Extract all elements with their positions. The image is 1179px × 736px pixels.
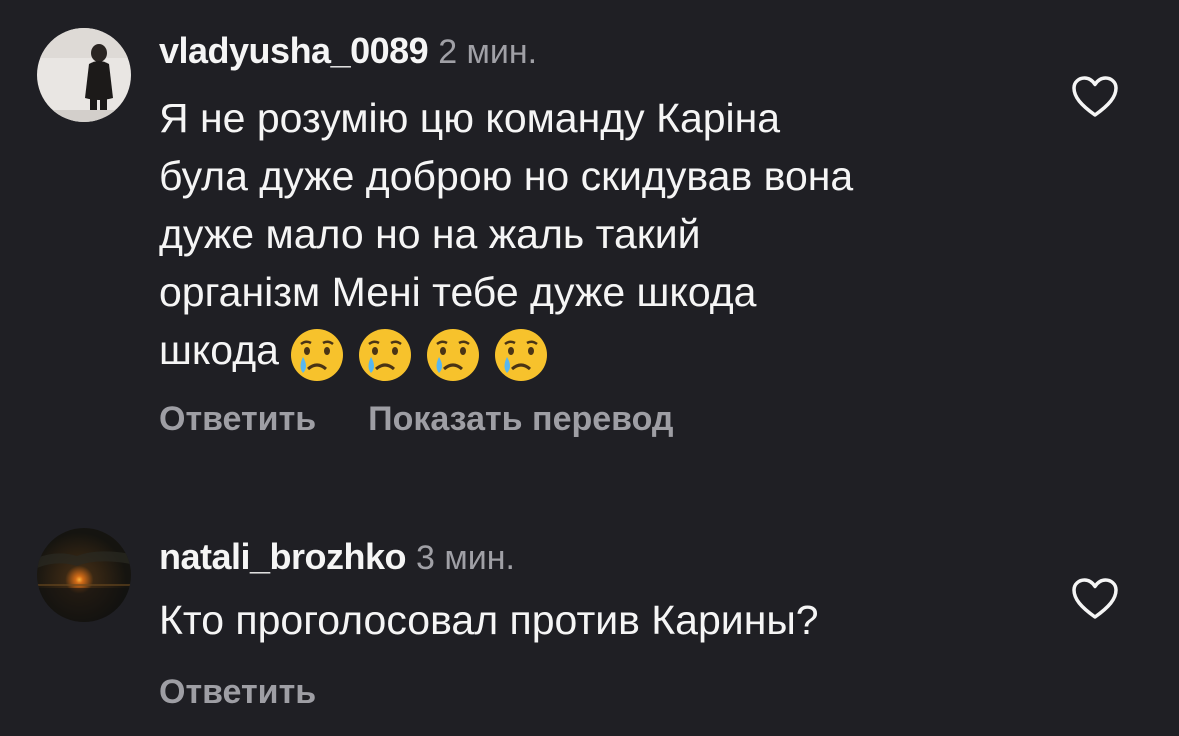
avatar[interactable] [37, 28, 131, 122]
comment-line: Кто проголосовал против Карины? [159, 597, 819, 643]
avatar[interactable] [37, 528, 131, 622]
timestamp: 2 мин. [438, 33, 538, 71]
crying-face-icon [358, 329, 411, 382]
comment-text: Кто проголосовал против Карины? [159, 591, 819, 649]
reply-button[interactable]: Ответить [159, 673, 316, 712]
comment-line: організм Мені тебе дуже шкода [159, 269, 757, 315]
comment-line: Я не розумію цю команду Каріна [159, 95, 781, 141]
comment-actions: Ответить Показать перевод [159, 400, 674, 439]
reply-button[interactable]: Ответить [159, 400, 316, 439]
crying-face-icon [494, 329, 547, 382]
timestamp: 3 мин. [416, 539, 515, 577]
comment-line: була дуже доброю но скидував вона [159, 153, 854, 199]
comment-header: vladyusha_0089 2 мин. [159, 30, 537, 72]
emoji-group [289, 323, 561, 383]
comment-line-last: шкода [159, 321, 853, 383]
heart-icon[interactable] [1071, 75, 1119, 119]
user-photo-icon [37, 28, 131, 122]
crying-face-icon [426, 329, 479, 382]
show-translation-button[interactable]: Показать перевод [368, 400, 673, 439]
comment-item: vladyusha_0089 2 мин. Я не розумію цю ком… [0, 0, 1179, 480]
comment-line: шкода [159, 327, 279, 373]
heart-icon[interactable] [1071, 577, 1119, 621]
sunset-photo-icon [37, 528, 131, 622]
comment-actions: Ответить [159, 673, 316, 712]
comment-text: Я не розумію цю команду Каріна була дуже… [159, 89, 853, 383]
crying-face-icon [290, 329, 343, 382]
comment-header: natali_brozhko 3 мин. [159, 536, 515, 578]
username[interactable]: natali_brozhko [159, 536, 407, 577]
comment-line: дуже мало но на жаль такий [159, 211, 701, 257]
username[interactable]: vladyusha_0089 [159, 30, 429, 71]
comment-item: natali_brozhko 3 мин. Кто проголосовал пр… [0, 480, 1179, 736]
